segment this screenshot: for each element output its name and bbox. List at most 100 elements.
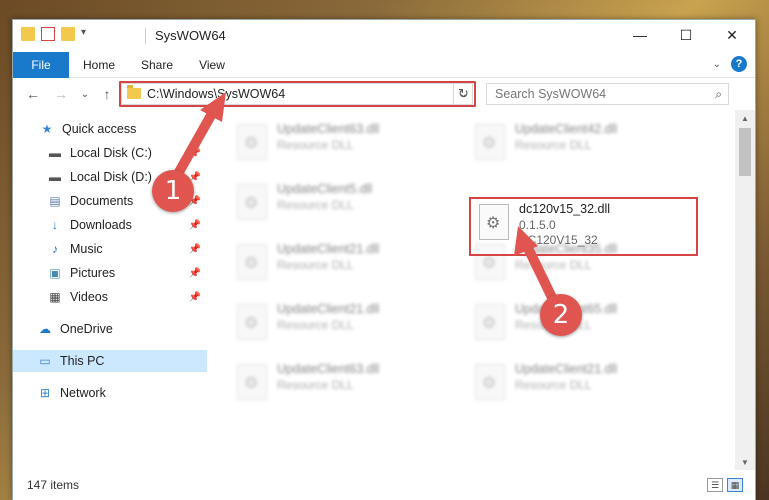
file-name: UpdateClient5.dll [277, 182, 373, 196]
step-badge-2: 2 [540, 294, 582, 336]
ribbon-right: ⌄ ? [713, 56, 747, 72]
quick-access-toolbar: ▾ [21, 27, 95, 41]
file-item[interactable]: UpdateClient42.dll Resource DLL [469, 118, 699, 168]
pin-icon[interactable]: 📌 [189, 292, 201, 303]
pin-icon[interactable]: 📌 [189, 268, 201, 279]
scroll-down-icon[interactable]: ▼ [735, 454, 755, 470]
step-badge-1: 1 [152, 170, 194, 212]
file-item[interactable]: UpdateClient65.dll Resource DLL [469, 298, 699, 348]
search-input[interactable]: Search SysWOW64 ⌕ [486, 83, 729, 105]
dll-file-icon [475, 364, 505, 400]
file-item[interactable]: UpdateClient21.dll Resource DLL [469, 358, 699, 408]
tab-view[interactable]: View [185, 52, 239, 78]
nav-item-downloads[interactable]: ↓ Downloads 📌 [13, 214, 207, 236]
pin-icon[interactable]: 📌 [189, 220, 201, 231]
file-item[interactable]: UpdateClient63.dll Resource DLL [231, 118, 461, 168]
folder-icon[interactable] [21, 27, 35, 41]
nav-item-onedrive[interactable]: ☁ OneDrive [13, 318, 207, 340]
search-placeholder: Search SysWOW64 [495, 87, 607, 101]
tab-home[interactable]: Home [69, 52, 129, 78]
nav-item-network[interactable]: ⊞ Network [13, 382, 207, 404]
new-folder-icon[interactable] [61, 27, 75, 41]
file-type: Resource DLL [277, 198, 354, 212]
expand-ribbon-icon[interactable]: ⌄ [713, 59, 721, 70]
pin-icon[interactable]: 📌 [189, 148, 201, 159]
vertical-scrollbar[interactable]: ▲ ▼ [735, 110, 755, 470]
dll-file-icon [475, 124, 505, 160]
file-name: UpdateClient21.dll [515, 362, 618, 376]
file-item[interactable]: UpdateClient21.dll Resource DLL [231, 238, 461, 288]
nav-item-local-disk-c[interactable]: ▬ Local Disk (C:) 📌 [13, 142, 207, 164]
scroll-thumb[interactable] [739, 128, 751, 176]
address-bar-row: ← → ⌄ ↑ C:\Windows\SysWOW64 ⌄ ↻ Search S… [13, 78, 755, 110]
nav-item-label: Music [70, 242, 103, 256]
up-arrow-icon[interactable]: ↑ [97, 84, 117, 104]
status-bar: 147 items ☰ ▦ [13, 470, 755, 500]
back-arrow-icon[interactable]: ← [23, 84, 43, 104]
explorer-window: ▾ SysWOW64 — ☐ ✕ File Home Share View ⌄ … [12, 19, 756, 500]
file-type: Resource DLL [277, 378, 354, 392]
minimize-button[interactable]: — [617, 20, 663, 50]
cloud-icon: ☁ [39, 322, 51, 336]
star-icon: ★ [41, 122, 53, 136]
pin-icon[interactable]: 📌 [189, 244, 201, 255]
videos-icon: ▦ [49, 290, 61, 304]
drive-icon: ▬ [49, 170, 61, 184]
title-bar: ▾ SysWOW64 — ☐ ✕ [13, 20, 755, 52]
details-view-icon[interactable]: ☰ [707, 478, 723, 492]
nav-item-label: Local Disk (D:) [70, 170, 152, 184]
file-name: UpdateClient21.dll [277, 302, 380, 316]
file-type: Resource DLL [277, 138, 354, 152]
nav-item-quick-access[interactable]: ★ Quick access [13, 118, 207, 140]
maximize-button[interactable]: ☐ [663, 20, 709, 50]
file-list: UpdateClient63.dll Resource DLL UpdateCl… [207, 110, 737, 470]
recent-locations-icon[interactable]: ⌄ [75, 84, 95, 104]
forward-arrow-icon[interactable]: → [51, 84, 71, 104]
nav-item-label: Pictures [70, 266, 116, 280]
file-item[interactable]: UpdateClient21.dll Resource DLL [231, 298, 461, 348]
file-type: Resource DLL [277, 258, 354, 272]
network-icon: ⊞ [39, 386, 51, 400]
file-type: Resource DLL [515, 138, 592, 152]
file-item[interactable]: UpdateClient63.dll Resource DLL [231, 358, 461, 408]
nav-item-this-pc[interactable]: ▭ This PC [13, 350, 207, 372]
file-item[interactable]: UpdateClient5.dll Resource DLL [231, 178, 461, 228]
tab-share[interactable]: Share [129, 52, 185, 78]
nav-item-label: OneDrive [60, 322, 113, 336]
file-type: Resource DLL [515, 378, 592, 392]
dll-file-icon [237, 304, 267, 340]
dll-file-icon [237, 124, 267, 160]
file-type: Resource DLL [515, 258, 592, 272]
properties-icon[interactable] [41, 27, 55, 41]
document-icon: ▤ [49, 194, 61, 208]
view-switcher: ☰ ▦ [707, 478, 743, 492]
download-icon: ↓ [52, 218, 58, 232]
nav-item-music[interactable]: ♪ Music 📌 [13, 238, 207, 260]
large-icons-view-icon[interactable]: ▦ [727, 478, 743, 492]
tab-file[interactable]: File [13, 52, 69, 78]
dll-file-icon [237, 184, 267, 220]
search-icon[interactable]: ⌕ [715, 87, 722, 102]
nav-item-label: Local Disk (C:) [70, 146, 152, 160]
nav-item-videos[interactable]: ▦ Videos 📌 [13, 286, 207, 308]
help-icon[interactable]: ? [731, 56, 747, 72]
dll-file-icon [475, 304, 505, 340]
file-name: UpdateClient63.dll [277, 362, 380, 376]
window-title: SysWOW64 [155, 28, 226, 43]
dll-file-icon [237, 244, 267, 280]
scroll-up-icon[interactable]: ▲ [735, 110, 755, 126]
file-type: Resource DLL [277, 318, 354, 332]
item-count: 147 items [27, 478, 80, 492]
nav-item-pictures[interactable]: ▣ Pictures 📌 [13, 262, 207, 284]
file-name: UpdateClient21.dll [277, 242, 380, 256]
music-icon: ♪ [52, 242, 58, 256]
navigation-pane: ★ Quick access ▬ Local Disk (C:) 📌 ▬ Loc… [13, 110, 207, 470]
nav-item-label: Quick access [62, 122, 137, 136]
close-button[interactable]: ✕ [709, 20, 755, 50]
computer-icon: ▭ [39, 354, 51, 368]
customize-toolbar-icon[interactable]: ▾ [81, 27, 95, 41]
title-separator [145, 28, 146, 44]
dll-file-icon [237, 364, 267, 400]
nav-item-label: This PC [60, 354, 105, 368]
file-name: UpdateClient63.dll [277, 122, 380, 136]
